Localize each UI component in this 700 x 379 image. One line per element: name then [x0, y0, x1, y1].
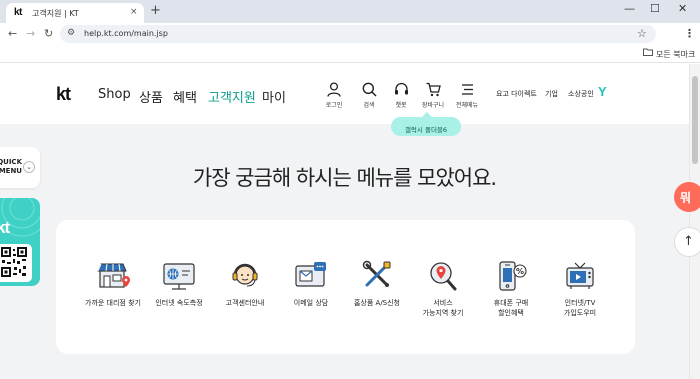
web-page: kt Shop 상품 혜택 고객지원 마이 로그인 검색 챗봇 장바구니 전체메…: [0, 64, 689, 379]
tooltip-text: 갤럭시 폴더블6: [404, 126, 448, 134]
search-label: 검색: [363, 102, 375, 109]
menu-service-area-label-1: 서비스: [433, 299, 453, 307]
cart-label: 장바구니: [421, 102, 445, 109]
promo-tooltip[interactable]: 갤럭시 폴더블6: [391, 112, 461, 136]
store-icon: [97, 263, 130, 288]
floating-chat-label: 뭐: [680, 191, 692, 205]
minimize-button[interactable]: —: [624, 2, 635, 15]
site-info-icon[interactable]: ⚙: [67, 28, 75, 38]
phone-discount-icon: %: [499, 261, 527, 291]
hero-title: 가장 궁금해 하시는 메뉴를 모았어요.: [192, 166, 497, 190]
url-text[interactable]: help.kt.com/main.jsp: [84, 29, 168, 38]
tv-icon: [566, 262, 594, 289]
menu-internet-tv-label: 인터넷/TV 가입도우미: [544, 298, 616, 318]
menu-service-area[interactable]: 서비스가능지역 찾기: [407, 260, 479, 318]
cart-button[interactable]: 장바구니: [415, 82, 451, 109]
nav-customer-support[interactable]: 고객지원: [208, 87, 256, 106]
menu-internet-tv-label-1: 인터넷/TV: [564, 299, 596, 307]
nav-benefits[interactable]: 혜택: [173, 87, 197, 106]
folder-icon: [643, 48, 653, 59]
nav-products[interactable]: 상품: [139, 87, 163, 106]
menu-email-consult[interactable]: 이메일 상담: [275, 260, 347, 308]
nav-my[interactable]: 마이: [262, 87, 286, 106]
menu-icon: [461, 84, 473, 95]
scroll-top-button[interactable]: ↑: [674, 227, 700, 257]
login-button[interactable]: 로그인: [316, 82, 352, 109]
menu-internet-tv-label-2: 가입도우미: [563, 309, 597, 317]
qr-code: [0, 244, 32, 282]
customer-center-icon: [232, 263, 258, 287]
link-yogo-direct[interactable]: 요고 다이렉트: [496, 89, 537, 99]
kt-banner-logo: kt: [0, 218, 10, 237]
all-menu-button[interactable]: 전체메뉴: [449, 82, 485, 109]
menu-phone-discount[interactable]: % 휴대폰 구매할인혜택: [475, 260, 547, 318]
menu-home-repair-label: 홈상품 A/S신청: [341, 298, 413, 308]
nav-shop[interactable]: Shop: [98, 87, 131, 102]
bookmarks-bar: 모든 북마크: [0, 45, 700, 63]
menu-find-store[interactable]: 가까운 대리점 찾기: [77, 260, 149, 308]
address-bar[interactable]: ⚙ help.kt.com/main.jsp ☆: [60, 25, 656, 43]
site-header: kt Shop 상품 혜택 고객지원 마이 로그인 검색 챗봇 장바구니 전체메…: [0, 64, 689, 124]
menu-email-consult-label: 이메일 상담: [275, 298, 347, 308]
y-brand-icon[interactable]: Y: [598, 84, 607, 99]
browser-toolbar: ← → ↻ ⚙ help.kt.com/main.jsp ☆ ⋮: [0, 23, 700, 45]
menu-email-consult-label-1: 이메일 상담: [293, 299, 329, 307]
map-search-icon: [430, 262, 457, 291]
cart-icon: [426, 82, 441, 97]
menu-internet-tv[interactable]: 인터넷/TV 가입도우미: [544, 260, 616, 318]
new-tab-button[interactable]: +: [150, 3, 161, 18]
search-button[interactable]: 검색: [351, 82, 387, 109]
tab-title: 고객지원 | KT: [32, 9, 79, 18]
all-bookmarks-link[interactable]: 모든 북마크: [656, 49, 695, 60]
link-business[interactable]: 기업: [545, 89, 558, 99]
menu-phone-discount-label: 휴대폰 구매할인혜택: [475, 298, 547, 318]
floating-chat-button[interactable]: 뭐: [674, 182, 700, 212]
quick-links-card: 가까운 대리점 찾기 인터넷 속도측정 고객센터안내 이메일 상담 홈상품 A/…: [56, 220, 635, 354]
tooltip-arrow: [422, 112, 432, 117]
bookmark-star-icon[interactable]: ☆: [637, 27, 647, 40]
menu-phone-discount-label-2: 할인혜택: [498, 309, 524, 317]
maximize-button[interactable]: ☐: [650, 2, 660, 15]
menu-home-repair-label-1: 홈상품 A/S신청: [353, 299, 400, 307]
tab-close-icon[interactable]: ×: [130, 7, 138, 17]
reload-button[interactable]: ↻: [44, 27, 53, 40]
menu-speed-test-label-1: 인터넷 속도측정: [155, 299, 203, 307]
arrow-up-icon: ↑: [683, 234, 694, 249]
email-icon: [295, 262, 326, 287]
kt-favicon-icon: kt: [14, 7, 22, 18]
login-label: 로그인: [325, 102, 343, 109]
menu-customer-center[interactable]: 고객센터안내: [209, 260, 281, 308]
user-icon: [327, 82, 341, 97]
menu-service-area-label: 서비스가능지역 찾기: [407, 298, 479, 318]
menu-customer-center-label-1: 고객센터안내: [225, 299, 265, 307]
menu-find-store-label-1: 가까운 대리점 찾기: [85, 299, 141, 307]
window-close-button[interactable]: ✕: [678, 2, 687, 15]
tools-icon: [362, 260, 391, 287]
speed-test-icon: [163, 263, 195, 290]
search-icon: [362, 82, 377, 97]
chatbot-button[interactable]: 챗봇: [383, 82, 419, 109]
menu-speed-test-label: 인터넷 속도측정: [143, 298, 215, 308]
chatbot-label: 챗봇: [395, 102, 407, 109]
menu-find-store-label: 가까운 대리점 찾기: [77, 298, 149, 308]
forward-button[interactable]: →: [26, 27, 35, 40]
svg-text:%: %: [516, 267, 524, 276]
menu-phone-discount-label-1: 휴대폰 구매: [493, 299, 529, 307]
qr-banner[interactable]: kt: [0, 198, 40, 286]
scrollbar-thumb[interactable]: [692, 76, 698, 164]
menu-service-area-label-2: 가능지역 찾기: [422, 309, 464, 317]
kt-logo[interactable]: kt: [56, 84, 71, 105]
page-scrollbar[interactable]: [689, 64, 700, 379]
menu-customer-center-label: 고객센터안내: [209, 298, 281, 308]
back-button[interactable]: ←: [8, 27, 17, 40]
browser-tab[interactable]: kt 고객지원 | KT ×: [6, 3, 144, 23]
link-small-business[interactable]: 소상공인: [568, 89, 594, 99]
browser-menu-button[interactable]: ⋮: [684, 27, 695, 40]
all-menu-label: 전체메뉴: [455, 102, 479, 109]
browser-tabstrip: kt 고객지원 | KT × + — ☐ ✕: [0, 0, 700, 23]
qr-code-icon: [1, 247, 27, 277]
headset-icon: [394, 82, 408, 95]
menu-speed-test[interactable]: 인터넷 속도측정: [143, 260, 215, 308]
menu-home-repair[interactable]: 홈상품 A/S신청: [341, 260, 413, 308]
